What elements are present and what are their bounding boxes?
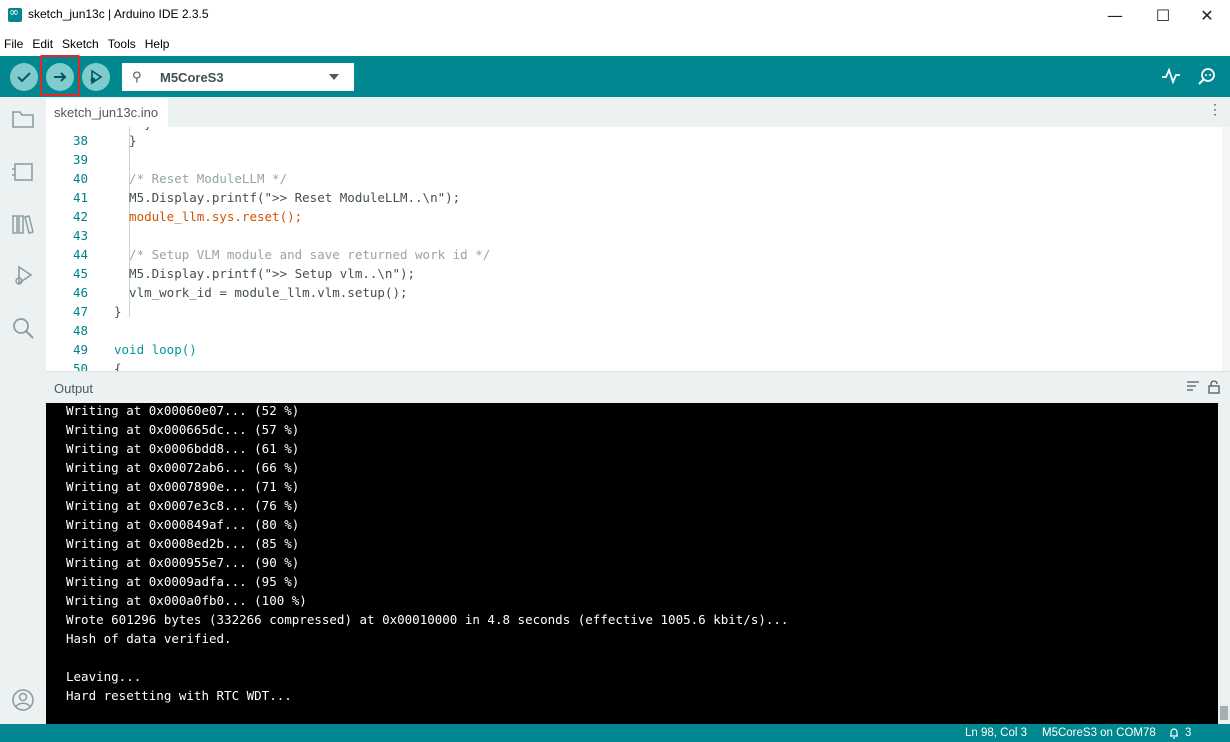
output-line: Writing at 0x0007e3c8... (76 %) [66,498,300,513]
code-line: 44 /* Setup VLM module and save returned… [46,245,1230,264]
scrollbar-thumb[interactable] [1220,706,1228,720]
code-line: 39 [46,150,1230,169]
code-line: 48 [46,321,1230,340]
code-text: vlm_work_id = module_llm.vlm.setup(); [114,285,408,300]
code-text: /* Reset ModuleLLM */ [114,171,288,186]
line-number: 39 [72,152,88,167]
output-line: Writing at 0x0009adfa... (95 %) [66,574,300,589]
output-line: Hard resetting with RTC WDT... [66,688,292,703]
code-text: { [114,361,122,371]
code-line: 47} [46,302,1230,321]
usb-icon: ⚲ [132,69,142,85]
board-port-status[interactable]: M5CoreS3 on COM78 [1042,727,1156,739]
output-line: Writing at 0x000849af... (80 %) [66,517,300,532]
code-line: 41 M5.Display.printf(">> Reset ModuleLLM… [46,188,1230,207]
line-number: 50 [72,361,88,371]
code-line: 38 } [46,131,1230,150]
line-number: 48 [72,323,88,338]
line-number: 43 [72,228,88,243]
close-button[interactable]: ✕ [1184,0,1230,31]
code-text: /* Setup VLM module and save returned wo… [114,247,491,262]
line-number: 41 [72,190,88,205]
menu-tools[interactable]: Tools [108,37,136,51]
activity-sidebar [0,97,46,724]
chevron-down-icon [329,74,339,80]
serial-plotter-icon[interactable] [1158,63,1184,89]
menu-edit[interactable]: Edit [32,37,53,51]
code-text: } [114,304,122,319]
debug-button[interactable] [82,63,110,91]
output-line: Leaving... [66,669,142,684]
line-number: 40 [72,171,88,186]
minimize-button[interactable]: — [1092,0,1138,31]
output-line: Writing at 0x0008ed2b... (85 %) [66,536,300,551]
code-line: 42 module_llm.sys.reset(); [46,207,1230,226]
folder-icon[interactable] [9,105,37,133]
debug-icon [90,69,103,85]
line-number: 42 [72,209,88,224]
code-line: 43 [46,226,1230,245]
output-line: Writing at 0x000665dc... (57 %) [66,422,300,437]
clear-output-icon[interactable] [1186,380,1200,396]
line-number: 46 [72,285,88,300]
code-line: 46 vlm_work_id = module_llm.vlm.setup(); [46,283,1230,302]
verify-button[interactable] [10,63,38,91]
code-line: 45 M5.Display.printf(">> Setup vlm..\n")… [46,264,1230,283]
check-icon [17,72,31,83]
board-selector[interactable]: ⚲ M5CoreS3 [122,63,354,91]
output-header: Output [46,371,1230,403]
menu-bar: File Edit Sketch Tools Help [0,31,1230,56]
bell-icon[interactable] [1168,727,1180,742]
board-manager-icon[interactable] [9,158,37,186]
editor-tab-bar: sketch_jun13c.ino ⋮ [46,97,1230,127]
code-text: module_llm.sys.reset(); [114,209,303,224]
output-line: Writing at 0x00060e07... (52 %) [66,403,300,418]
line-number: 38 [72,133,88,148]
status-bar: Ln 98, Col 3 M5CoreS3 on COM78 3 [0,724,1230,742]
line-number: 44 [72,247,88,262]
window-title: sketch_jun13c | Arduino IDE 2.3.5 [28,7,209,21]
title-bar: sketch_jun13c | Arduino IDE 2.3.5 — ☐ ✕ [0,0,1230,31]
debug-icon[interactable] [9,262,37,290]
code-text: M5.Display.printf(">> Setup vlm..\n"); [114,266,416,281]
menu-sketch[interactable]: Sketch [62,37,99,51]
more-options-icon[interactable]: ⋮ [1208,101,1222,118]
output-scrollbar[interactable] [1218,403,1230,724]
output-console[interactable]: Writing at 0x00060e07... (52 %) Writing … [46,403,1218,724]
line-number: 49 [72,342,88,357]
search-icon[interactable] [9,314,37,342]
output-line: Writing at 0x000a0fb0... (100 %) [66,593,307,608]
notification-count: 3 [1185,727,1192,739]
tab-sketch-file[interactable]: sketch_jun13c.ino [46,97,168,127]
code-line: 40 /* Reset ModuleLLM */ [46,169,1230,188]
output-line: Writing at 0x000955e7... (90 %) [66,555,300,570]
output-line: Writing at 0x00072ab6... (66 %) [66,460,300,475]
output-line: Writing at 0x0007890e... (71 %) [66,479,300,494]
code-editor[interactable]: } 38 } 39 40 /* Reset ModuleLLM */ 41 M5… [46,127,1230,371]
output-title: Output [54,381,94,396]
maximize-button[interactable]: ☐ [1140,0,1186,31]
line-number: 45 [72,266,88,281]
code-line: 50 { [46,359,1230,371]
board-name: M5CoreS3 [160,69,224,85]
editor-scrollbar[interactable] [1222,127,1230,371]
code-text: M5.Display.printf(">> Reset ModuleLLM..\… [114,190,461,205]
menu-file[interactable]: File [4,37,23,51]
upload-highlight-box [40,55,80,96]
line-number: 47 [72,304,88,319]
menu-help[interactable]: Help [145,37,170,51]
code-line: 49 void loop() [46,340,1230,359]
serial-monitor-icon[interactable] [1194,63,1220,89]
library-icon[interactable] [9,210,37,238]
output-line: Hash of data verified. [66,631,232,646]
code-text: void loop() [114,342,197,357]
lock-scroll-icon[interactable] [1208,380,1220,398]
output-line: Wrote 601296 bytes (332266 compressed) a… [66,612,789,627]
output-line: Writing at 0x0006bdd8... (61 %) [66,441,300,456]
cursor-position[interactable]: Ln 98, Col 3 [965,727,1027,739]
code-text: } [114,133,137,148]
account-icon[interactable] [9,686,37,714]
arduino-logo-icon [8,5,22,22]
